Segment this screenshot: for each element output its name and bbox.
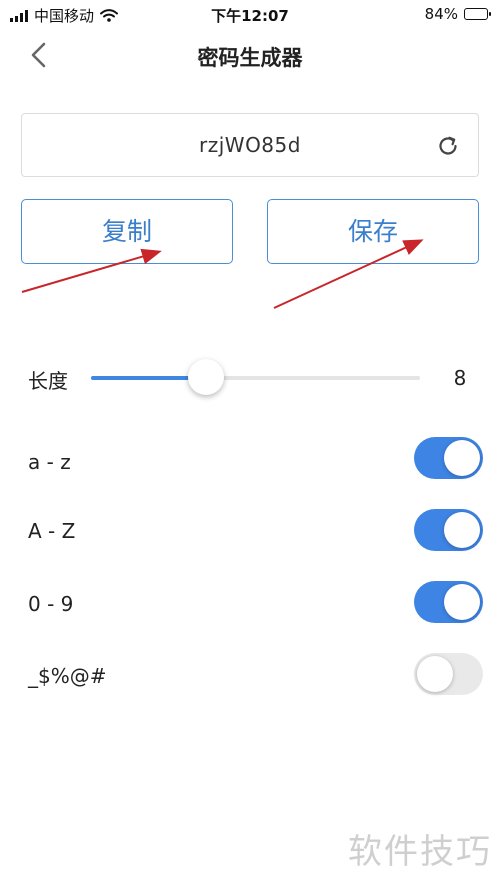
option-label-uppercase: A - Z <box>28 519 76 543</box>
toggle-knob <box>444 584 480 620</box>
toggle-lowercase[interactable] <box>414 437 483 479</box>
option-label-digits: 0 - 9 <box>28 592 74 616</box>
battery-percent: 84% <box>424 5 458 23</box>
option-label-symbols: _$%@# <box>28 664 107 688</box>
toggle-knob <box>444 512 480 548</box>
nav-bar: 密码生成器 <box>0 30 500 80</box>
toggle-knob <box>444 440 480 476</box>
length-value: 8 <box>453 366 467 390</box>
toggle-symbols[interactable] <box>414 653 483 695</box>
copy-button[interactable]: 复制 <box>21 199 233 264</box>
status-right: 84% <box>424 5 491 23</box>
save-button[interactable]: 保存 <box>267 199 479 264</box>
battery-icon <box>464 8 491 20</box>
watermark: 软件技巧 <box>348 832 492 872</box>
password-display: rzjWO85d <box>21 113 479 177</box>
page-title: 密码生成器 <box>197 46 303 70</box>
status-bar: 中国移动 下午12:07 84% <box>0 0 500 30</box>
refresh-icon[interactable] <box>436 134 460 158</box>
slider-thumb[interactable] <box>188 359 225 395</box>
toggle-uppercase[interactable] <box>414 509 483 551</box>
option-label-lowercase: a - z <box>28 450 71 474</box>
toggle-knob <box>417 656 453 692</box>
toggle-digits[interactable] <box>414 581 483 623</box>
length-slider[interactable] <box>91 359 420 395</box>
length-label: 长度 <box>28 369 68 393</box>
password-value[interactable]: rzjWO85d <box>22 133 478 157</box>
